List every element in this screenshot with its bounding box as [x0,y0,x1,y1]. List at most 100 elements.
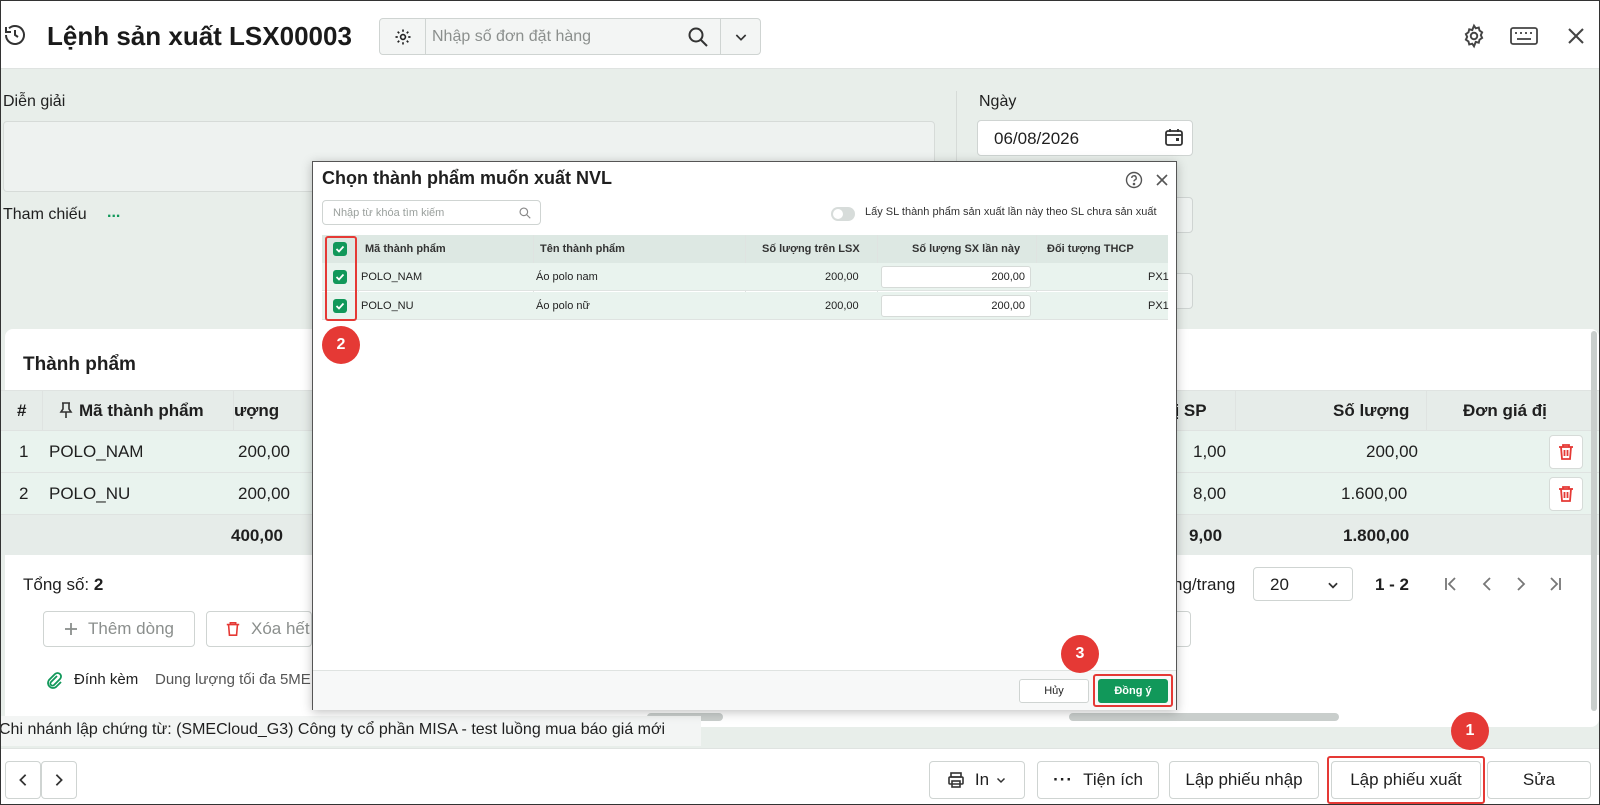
calendar-icon[interactable] [1164,127,1184,147]
row-number: 2 [19,484,29,503]
dialog-row-name: Áo polo nam [536,271,598,283]
step-marker-2: 2 [322,326,360,364]
toggle-label: Lấy SL thành phẩm sản xuất lần này theo … [865,206,1157,218]
reference-more-link[interactable]: ... [107,204,120,222]
dialog-row-target: PX1 [1148,271,1169,283]
products-panel-title: Thành phẩm [23,354,136,375]
row-qty: 200,00 [238,442,290,461]
chevron-left-icon [19,774,27,786]
highlight-ok-button [1093,674,1173,707]
dialog-row-code: POLO_NU [361,300,414,312]
dialog-col-name: Tên thành phẩm [540,243,625,255]
trash-icon [1559,486,1573,502]
add-row-button[interactable]: Thêm dòng [43,611,195,647]
dialog-row-qty-now-input[interactable]: 200,00 [881,295,1031,317]
date-value: 06/08/2026 [994,129,1080,148]
col-header-qty[interactable]: ượng [234,401,279,421]
search-icon[interactable] [686,25,710,49]
print-label: In [974,770,990,789]
total-count-label: Tổng số: [23,575,90,594]
step-marker-3: 3 [1061,635,1099,673]
prev-page-icon[interactable] [1479,576,1495,592]
dialog-row[interactable] [322,292,1168,320]
total-amount: 1.800,00 [1343,526,1410,545]
delete-all-label: Xóa hết [251,619,310,638]
next-page-icon[interactable] [1513,576,1529,592]
row-code: POLO_NAM [49,442,144,461]
history-icon[interactable] [3,23,27,47]
create-import-button[interactable]: Lập phiếu nhập [1169,761,1319,799]
step-marker-1: 1 [1451,712,1489,750]
vertical-scrollbar[interactable] [1591,331,1597,711]
utility-button[interactable]: ··· Tiện ích [1037,761,1159,799]
per-page-select[interactable]: 20 [1253,567,1353,601]
horizontal-scrollbar[interactable] [1069,713,1339,721]
select-product-dialog: Chọn thành phẩm muốn xuất NVL Lấy SL thà… [312,161,1177,710]
description-label: Diễn giải [3,93,66,110]
remaining-qty-toggle[interactable] [831,207,855,221]
first-page-icon[interactable] [1443,576,1459,592]
help-icon[interactable] [1125,171,1143,189]
date-label: Ngày [979,93,1017,110]
per-page-label: ng/trang [1173,575,1236,594]
gear-icon [395,29,410,44]
keyboard-icon [1510,27,1538,45]
printer-icon [948,772,964,788]
total-unit: 9,00 [1189,526,1223,545]
row-unit: 8,00 [1193,484,1227,503]
prev-record-button[interactable] [5,761,41,799]
dialog-row-qty-lsx: 200,00 [825,271,859,283]
trash-icon [1559,444,1573,460]
dialog-row-qty-now-input[interactable]: 200,00 [881,266,1031,288]
dialog-search-box [322,200,541,225]
chevron-down-icon [735,33,746,41]
total-qty: 400,00 [231,526,283,545]
next-record-button[interactable] [41,761,77,799]
reference-label: Tham chiếu [3,206,87,223]
chevron-right-icon [55,774,63,786]
dialog-cancel-button[interactable]: Hủy [1019,679,1089,703]
attach-label[interactable]: Đính kèm [74,671,138,688]
dialog-row-name: Áo polo nữ [536,300,590,312]
pin-icon[interactable] [59,401,73,419]
chevron-down-icon [997,777,1006,784]
col-header-code[interactable]: Mã thành phẩm [79,401,204,421]
close-button[interactable] [1561,21,1591,51]
col-header-amount[interactable]: Số lượng [1333,401,1409,421]
search-icon[interactable] [518,206,532,220]
close-icon[interactable] [1155,173,1169,187]
delete-all-button[interactable]: Xóa hết [206,611,312,647]
highlight-checkboxes [325,236,357,321]
keyboard-button[interactable] [1509,21,1539,51]
row-number: 1 [19,442,29,461]
utility-label: Tiện ích [1083,770,1143,789]
paperclip-icon [47,672,62,689]
status-bar: Chi nhánh lập chứng từ: (SMECloud_G3) Cô… [1,716,701,746]
delete-row-button[interactable] [1549,477,1583,511]
row-qty: 200,00 [238,484,290,503]
title-bar: Lệnh sản xuất LSX00003 [1,1,1599,69]
dialog-row[interactable] [322,263,1168,291]
plus-icon [65,623,77,635]
edit-button[interactable]: Sửa [1487,761,1591,799]
status-text: Chi nhánh lập chứng từ: (SMECloud_G3) Cô… [0,721,666,738]
col-header-price[interactable]: Đơn giá đị [1463,401,1547,421]
date-field[interactable]: 06/08/2026 [977,120,1193,156]
search-dropdown-button[interactable] [720,19,760,54]
delete-row-button[interactable] [1549,435,1583,469]
trash-icon [226,621,240,637]
per-page-value: 20 [1270,575,1289,594]
dialog-search-input[interactable] [333,204,508,221]
order-search-input[interactable] [432,24,672,49]
search-settings-button[interactable] [380,19,426,54]
dialog-row-target: PX1 [1148,300,1169,312]
row-code: POLO_NU [49,484,131,503]
add-row-label: Thêm dòng [88,619,174,638]
settings-button[interactable] [1459,21,1489,51]
last-page-icon[interactable] [1547,576,1563,592]
edit-label: Sửa [1522,770,1556,789]
print-button[interactable]: In [929,761,1025,799]
dialog-row-code: POLO_NAM [361,271,423,283]
dialog-col-code: Mã thành phẩm [365,243,446,255]
total-count: Tổng số: 2 [23,575,103,595]
